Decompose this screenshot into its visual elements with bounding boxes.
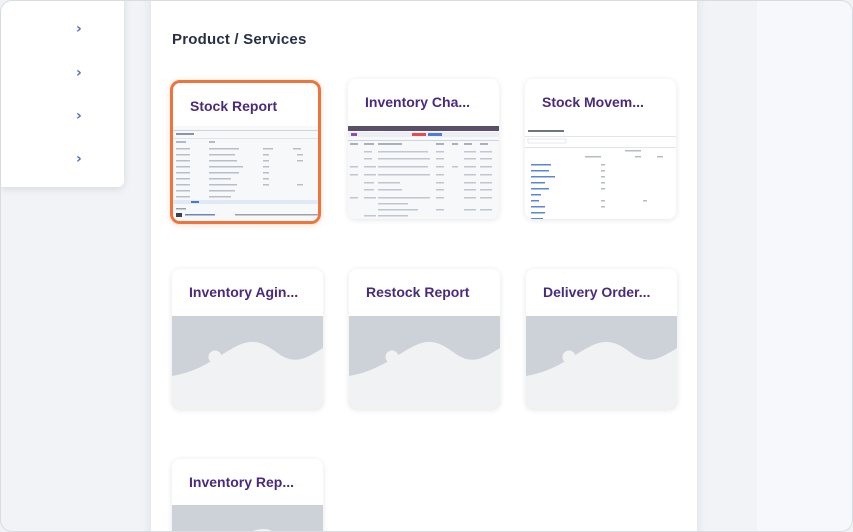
placeholder-mountain-graphic <box>172 505 323 531</box>
report-preview-graphic <box>525 126 676 219</box>
card-title: Delivery Order... <box>543 284 651 300</box>
card-title: Inventory Rep... <box>189 474 295 490</box>
image-placeholder-icon <box>349 316 500 409</box>
card-title: Inventory Agin... <box>189 284 299 300</box>
card-title: Stock Movem... <box>542 94 644 110</box>
report-card-stock-report[interactable]: Stock Report <box>170 80 321 224</box>
report-card-inventory-aging[interactable]: Inventory Agin... <box>172 269 323 409</box>
report-card-stock-movement[interactable]: Stock Movem... <box>525 79 676 219</box>
report-preview-image <box>173 126 318 221</box>
card-title: Restock Report <box>366 284 470 300</box>
image-placeholder-icon <box>172 505 323 531</box>
image-placeholder-icon <box>172 316 323 409</box>
report-preview-image <box>525 126 676 219</box>
sidebar-panel: › › › › <box>1 1 124 187</box>
section-title: Product / Services <box>172 31 307 48</box>
placeholder-mountain-graphic <box>526 316 677 409</box>
card-title: Stock Report <box>190 98 278 114</box>
chevron-right-icon[interactable]: › <box>76 22 86 36</box>
report-preview-graphic <box>348 126 499 219</box>
chevron-right-icon[interactable]: › <box>76 109 86 123</box>
report-card-inventory-changes[interactable]: Inventory Cha... <box>348 79 499 219</box>
report-preview-graphic <box>173 126 318 221</box>
placeholder-mountain-graphic <box>349 316 500 409</box>
placeholder-mountain-graphic <box>172 316 323 409</box>
report-preview-image <box>348 126 499 219</box>
chevron-right-icon[interactable]: › <box>76 152 86 166</box>
report-card-restock-report[interactable]: Restock Report <box>349 269 500 409</box>
report-card-delivery-order[interactable]: Delivery Order... <box>526 269 677 409</box>
chevron-right-icon[interactable]: › <box>76 66 86 80</box>
right-background <box>757 1 852 531</box>
app-frame: › › › › Product / Services Stock Report <box>0 0 853 532</box>
report-card-inventory-report[interactable]: Inventory Rep... <box>172 459 323 531</box>
card-title: Inventory Cha... <box>365 94 471 110</box>
image-placeholder-icon <box>526 316 677 409</box>
